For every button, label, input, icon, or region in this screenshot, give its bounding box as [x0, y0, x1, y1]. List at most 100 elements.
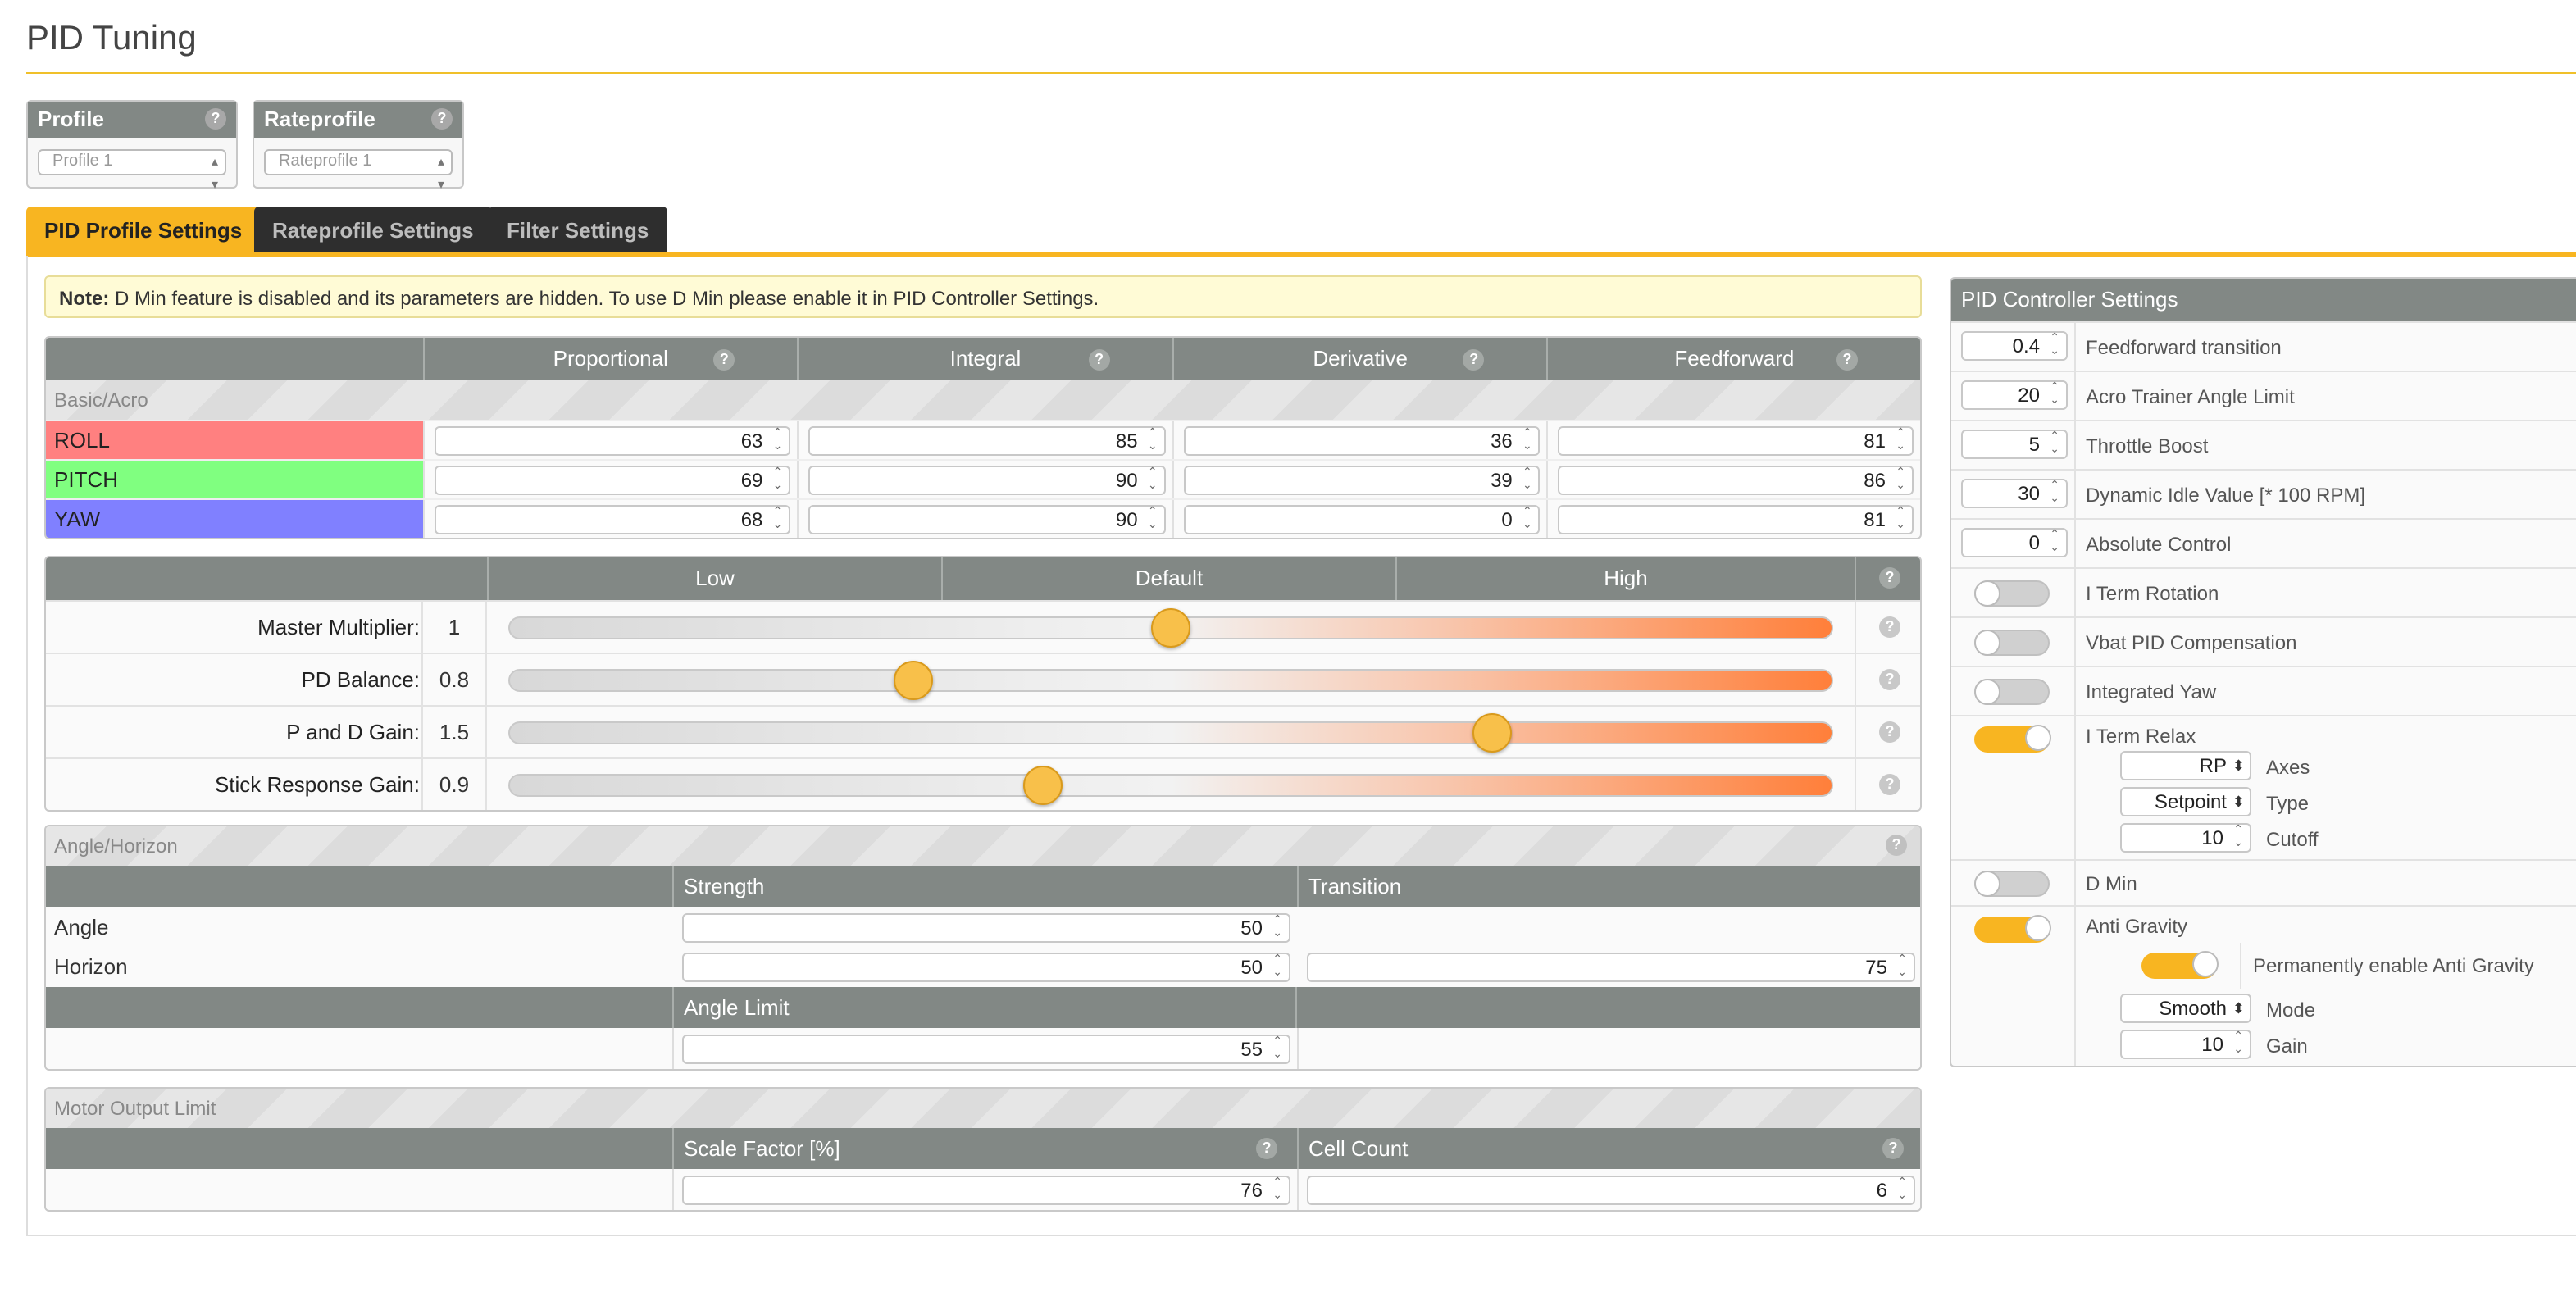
- spinner-icon[interactable]: ⌃ ⌄: [1522, 467, 1532, 494]
- dmin-toggle[interactable]: [1974, 871, 2050, 897]
- slider-thumb[interactable]: [1472, 713, 1512, 753]
- spinner-icon[interactable]: ⌃ ⌄: [1272, 1036, 1282, 1062]
- roll-i-input[interactable]: 85 ⌃ ⌄: [808, 426, 1166, 456]
- spinner-icon[interactable]: ⌃ ⌄: [2233, 1031, 2243, 1058]
- help-icon[interactable]: ?: [1886, 835, 1907, 856]
- slider-label: Master Multiplier:: [257, 615, 420, 639]
- spinner-icon[interactable]: ⌃ ⌄: [1896, 428, 1905, 454]
- spinner-icon[interactable]: ⌃ ⌄: [1522, 507, 1532, 533]
- help-icon[interactable]: ?: [1879, 616, 1900, 638]
- spinner-icon[interactable]: ⌃ ⌄: [773, 507, 783, 533]
- tab-rateprofile-settings[interactable]: Rateprofile Settings: [254, 207, 492, 254]
- anti-gravity-toggle[interactable]: [1974, 915, 2051, 943]
- slider-header-default: Default: [941, 557, 1395, 600]
- yaw-i-input[interactable]: 90 ⌃ ⌄: [808, 505, 1166, 534]
- spinner-icon[interactable]: ⌃ ⌄: [1272, 915, 1282, 941]
- help-icon[interactable]: ?: [1088, 349, 1110, 371]
- integrated-yaw-row: Integrated Yaw: [1951, 666, 2576, 715]
- pitch-p-input[interactable]: 69 ⌃ ⌄: [434, 466, 791, 495]
- horizon-transition-input[interactable]: 75 ⌃ ⌄: [1307, 953, 1915, 982]
- tab-pid-profile-settings[interactable]: PID Profile Settings: [26, 207, 261, 254]
- absolute-control-row: 0 ⌃ ⌄ Absolute Control: [1951, 518, 2576, 567]
- iterm-rotation-toggle[interactable]: [1974, 580, 2050, 607]
- column-divider: [672, 1028, 674, 1069]
- roll-p-input[interactable]: 63 ⌃ ⌄: [434, 426, 791, 456]
- permanent-anti-gravity-toggle[interactable]: [2141, 951, 2219, 979]
- yaw-ff-input[interactable]: 81 ⌃ ⌄: [1558, 505, 1914, 534]
- help-icon[interactable]: ?: [1879, 774, 1900, 795]
- profile-header: Profile ?: [28, 102, 236, 138]
- vbat-comp-toggle[interactable]: [1974, 630, 2050, 656]
- spinner-icon[interactable]: ⌃ ⌄: [2050, 382, 2059, 408]
- absolute-control-input[interactable]: 0 ⌃ ⌄: [1961, 528, 2068, 557]
- slider-thumb[interactable]: [1022, 766, 1063, 805]
- spinner-icon[interactable]: ⌃ ⌄: [1148, 507, 1158, 533]
- acro-trainer-input[interactable]: 20 ⌃ ⌄: [1961, 380, 2068, 410]
- spinner-icon[interactable]: ⌃ ⌄: [1272, 1177, 1282, 1203]
- yaw-p-input[interactable]: 68 ⌃ ⌄: [434, 505, 791, 534]
- column-label: Integral: [949, 346, 1022, 371]
- pitch-i-input[interactable]: 90 ⌃ ⌄: [808, 466, 1166, 495]
- spinner-icon[interactable]: ⌃ ⌄: [1897, 1177, 1907, 1203]
- iterm-relax-type-select[interactable]: Setpoint ⬍: [2120, 787, 2251, 816]
- roll-d-input[interactable]: 36 ⌃ ⌄: [1183, 426, 1541, 456]
- spinner-icon[interactable]: ⌃ ⌄: [1896, 467, 1905, 494]
- anti-gravity-gain-input[interactable]: 10 ⌃ ⌄: [2120, 1030, 2251, 1059]
- spinner-icon[interactable]: ⌃ ⌄: [2233, 825, 2243, 851]
- spinner-icon[interactable]: ⌃ ⌄: [1148, 428, 1158, 454]
- scale-factor-input[interactable]: 76 ⌃ ⌄: [682, 1176, 1290, 1205]
- angle-strength-input[interactable]: 50 ⌃ ⌄: [682, 913, 1290, 943]
- horizon-strength-input[interactable]: 50 ⌃ ⌄: [682, 953, 1290, 982]
- help-icon[interactable]: ?: [713, 349, 735, 371]
- pid-header-feedforward: Feedforward?: [1546, 338, 1920, 380]
- yaw-d-input[interactable]: 0 ⌃ ⌄: [1183, 505, 1541, 534]
- spinner-icon[interactable]: ⌃ ⌄: [773, 428, 783, 454]
- iterm-relax-axes-select[interactable]: RP ⬍: [2120, 751, 2251, 780]
- help-icon[interactable]: ?: [1879, 721, 1900, 743]
- spinner-icon[interactable]: ⌃ ⌄: [2050, 480, 2059, 507]
- slider-thumb[interactable]: [1151, 608, 1190, 648]
- iterm-relax-toggle[interactable]: [1974, 725, 2051, 753]
- help-icon[interactable]: ?: [1879, 567, 1900, 589]
- throttle-boost-input[interactable]: 5 ⌃ ⌄: [1961, 430, 2068, 459]
- spinner-icon[interactable]: ⌃ ⌄: [1897, 954, 1907, 980]
- roll-ff-input[interactable]: 81 ⌃ ⌄: [1558, 426, 1914, 456]
- pitch-ff-input[interactable]: 86 ⌃ ⌄: [1558, 466, 1914, 495]
- slider-value: 1.5: [421, 707, 487, 759]
- slider-thumb[interactable]: [894, 661, 934, 700]
- pd-balance-slider[interactable]: [508, 669, 1833, 692]
- help-icon[interactable]: ?: [205, 108, 226, 130]
- p-and-d-gain-slider[interactable]: [508, 721, 1833, 744]
- angle-limit-input[interactable]: 55 ⌃ ⌄: [682, 1035, 1290, 1064]
- rateprofile-box: Rateprofile ? Rateprofile 1 ▴ ▾: [253, 100, 464, 192]
- acro-trainer-label: Acro Trainer Angle Limit: [2086, 385, 2295, 408]
- spinner-icon[interactable]: ⌃ ⌄: [1522, 428, 1532, 454]
- spinner-icon[interactable]: ⌃ ⌄: [1272, 954, 1282, 980]
- integrated-yaw-toggle[interactable]: [1974, 679, 2050, 705]
- spinner-icon[interactable]: ⌃ ⌄: [773, 467, 783, 494]
- spinner-icon[interactable]: ⌃ ⌄: [1148, 467, 1158, 494]
- stick-response-gain-slider[interactable]: [508, 774, 1833, 797]
- help-icon[interactable]: ?: [431, 108, 453, 130]
- tab-filter-settings[interactable]: Filter Settings: [489, 207, 667, 254]
- help-icon[interactable]: ?: [1836, 349, 1858, 371]
- spinner-icon[interactable]: ⌃ ⌄: [1896, 507, 1905, 533]
- help-icon[interactable]: ?: [1256, 1138, 1277, 1159]
- pitch-d-input[interactable]: 39 ⌃ ⌄: [1183, 466, 1541, 495]
- profile-select[interactable]: Profile 1 ▴ ▾: [38, 149, 226, 192]
- ff-transition-input[interactable]: 0.4 ⌃ ⌄: [1961, 331, 2068, 361]
- dynamic-idle-input[interactable]: 30 ⌃ ⌄: [1961, 479, 2068, 508]
- spinner-icon[interactable]: ⌃ ⌄: [2050, 530, 2059, 556]
- throttle-boost-row: 5 ⌃ ⌄ Throttle Boost: [1951, 420, 2576, 469]
- help-icon[interactable]: ?: [1463, 349, 1485, 371]
- iterm-relax-cutoff-input[interactable]: 10 ⌃ ⌄: [2120, 823, 2251, 853]
- rateprofile-select[interactable]: Rateprofile 1 ▴ ▾: [264, 149, 453, 192]
- cell-count-input[interactable]: 6 ⌃ ⌄: [1307, 1176, 1915, 1205]
- spinner-icon[interactable]: ⌃ ⌄: [2050, 431, 2059, 457]
- anti-gravity-mode-select[interactable]: Smooth ⬍: [2120, 994, 2251, 1023]
- column-divider: [672, 1169, 674, 1210]
- slider-value: 1: [421, 602, 487, 654]
- spinner-icon[interactable]: ⌃ ⌄: [2050, 333, 2059, 359]
- help-icon[interactable]: ?: [1882, 1138, 1904, 1159]
- help-icon[interactable]: ?: [1879, 669, 1900, 690]
